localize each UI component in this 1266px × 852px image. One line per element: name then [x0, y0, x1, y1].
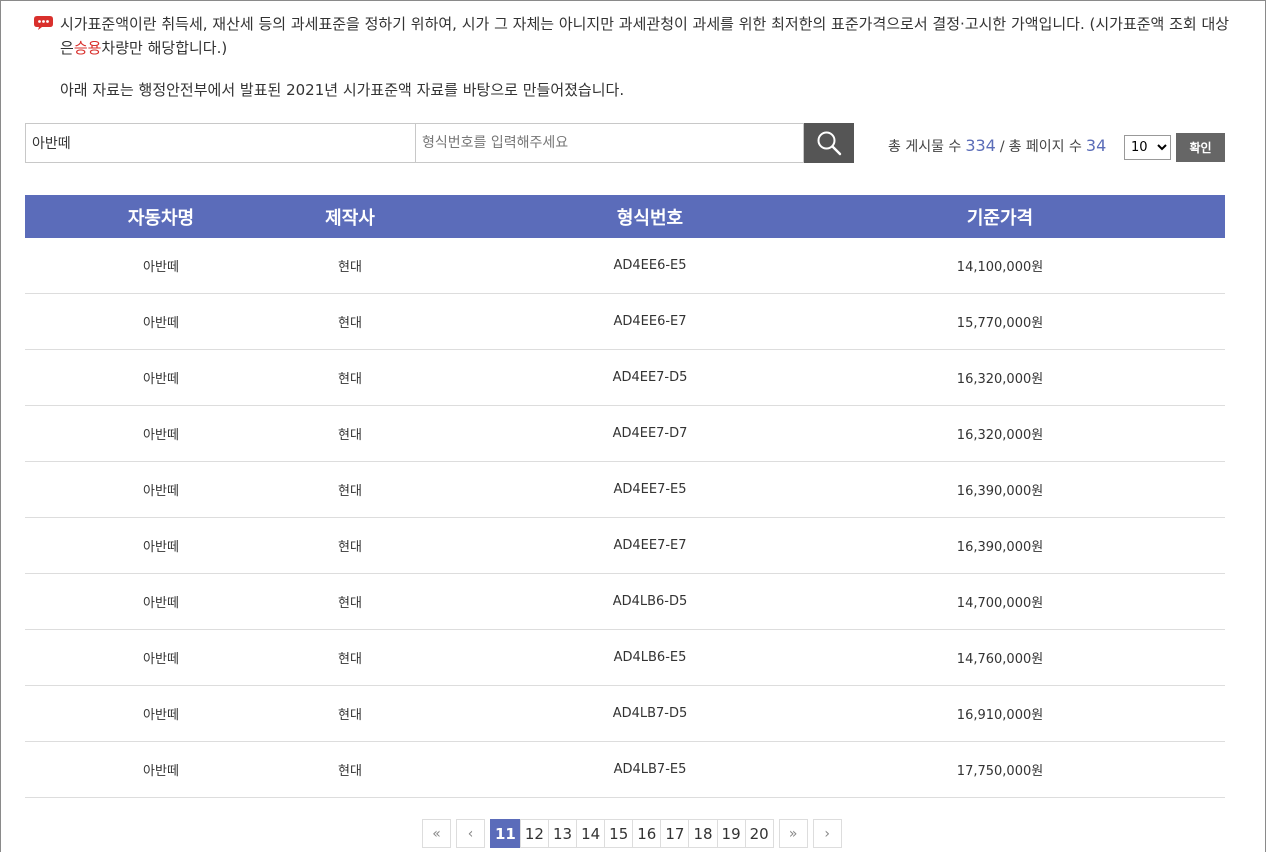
table-row: 아반떼 현대 AD4LB6-E5 14,760,000원 — [25, 630, 1225, 686]
model-code-cell: AD4LB7-D5 — [612, 706, 688, 721]
table-row: 아반떼 현대 AD4EE6-E5 14,100,000원 — [25, 238, 1225, 294]
confirm-button[interactable]: 확인 — [1176, 133, 1225, 162]
table-row: 아반떼 현대 AD4EE7-E7 16,390,000원 — [25, 518, 1225, 574]
notice-line-2: 아래 자료는 행정안전부에서 발표된 2021년 시가표준액 자료를 바탕으로 … — [60, 81, 625, 99]
table-row: 아반떼 현대 AD4EE7-D5 16,320,000원 — [25, 350, 1225, 406]
model-code-cell: AD4EE6-E5 — [613, 258, 687, 273]
page-18-button[interactable]: 18 — [688, 819, 718, 848]
table-row: 아반떼 현대 AD4LB7-D5 16,910,000원 — [25, 686, 1225, 742]
page-19-button[interactable]: 19 — [716, 819, 746, 848]
base-price-cell: 16,910,000원 — [956, 708, 1044, 723]
page-numbers: 11 12 13 14 15 16 17 18 19 20 — [490, 819, 774, 848]
prev-page-button[interactable]: ‹ — [456, 819, 485, 848]
maker-cell: 현대 — [338, 260, 362, 275]
header-model-code: 형식번호 — [616, 207, 684, 229]
notice-text-a: 시가표준액이란 취득세, 재산세 등의 과세표준을 정하기 위하여, 시가 그 … — [60, 15, 1230, 57]
search-button[interactable] — [804, 123, 854, 163]
price-table: 자동차명 제작사 형식번호 기준가격 아반떼 현대 AD4EE6-E5 14,100,… — [25, 195, 1225, 798]
notice-line-1: 시가표준액이란 취득세, 재산세 등의 과세표준을 정하기 위하여, 시가 그 … — [34, 12, 1234, 60]
maker-cell: 현대 — [338, 652, 362, 667]
table-header: 자동차명 제작사 형식번호 기준가격 — [25, 195, 1225, 238]
notice-highlight: 승용 — [73, 39, 102, 57]
base-price-cell: 16,390,000원 — [956, 540, 1044, 555]
page-13-button[interactable]: 13 — [547, 819, 578, 848]
table-row: 아반떼 현대 AD4EE7-E5 16,390,000원 — [25, 462, 1225, 518]
result-stats: 총 게시물 수 334 / 총 페이지 수 34 — [888, 136, 1110, 156]
base-price-cell: 17,750,000원 — [956, 764, 1044, 779]
table-row: 아반떼 현대 AD4LB6-D5 14,700,000원 — [25, 574, 1225, 630]
table-row: 아반떼 현대 AD4EE7-D7 16,320,000원 — [25, 406, 1225, 462]
page-11-button[interactable]: 11 — [490, 819, 521, 848]
next-page-button[interactable]: › — [812, 819, 842, 848]
table-row: 아반떼 현대 AD4EE6-E7 15,770,000원 — [25, 294, 1225, 350]
base-price-cell: 14,760,000원 — [956, 652, 1044, 667]
page-16-button[interactable]: 16 — [632, 819, 662, 848]
maker-cell: 현대 — [338, 708, 362, 723]
page-12-button[interactable]: 12 — [519, 819, 549, 848]
base-price-cell: 16,320,000원 — [956, 428, 1044, 443]
maker-cell: 현대 — [338, 540, 362, 555]
header-maker: 제작사 — [325, 207, 375, 229]
total-posts-label: 총 게시물 수 — [888, 139, 962, 155]
model-code-cell: AD4LB6-D5 — [612, 594, 688, 609]
page-17-button[interactable]: 17 — [660, 819, 690, 848]
page-14-button[interactable]: 14 — [576, 819, 606, 848]
base-price-cell: 15,770,000원 — [956, 316, 1044, 331]
total-pages-count: 34 — [1085, 136, 1107, 155]
stats-separator: / — [999, 139, 1005, 155]
maker-cell: 현대 — [338, 428, 362, 443]
page-15-button[interactable]: 15 — [604, 819, 634, 848]
per-page-select[interactable]: 10 — [1124, 135, 1171, 160]
maker-cell: 현대 — [338, 372, 362, 387]
speech-bubble-icon — [34, 16, 53, 30]
model-code-cell: AD4LB6-E5 — [613, 650, 687, 665]
header-base-price: 기준가격 — [966, 207, 1034, 229]
base-price-cell: 16,320,000원 — [956, 372, 1044, 387]
search-icon — [817, 131, 842, 156]
model-code-cell: AD4EE7-E5 — [613, 482, 687, 497]
total-posts-count: 334 — [965, 136, 996, 155]
maker-cell: 현대 — [338, 484, 362, 499]
first-page-button[interactable]: « — [422, 819, 451, 848]
model-code-cell: AD4EE6-E7 — [613, 314, 687, 329]
model-code-cell: AD4EE7-D7 — [612, 426, 688, 441]
total-pages-label: 총 페이지 수 — [1008, 139, 1082, 155]
pagination: « ‹ 11 12 13 14 15 16 17 18 19 20 » › — [422, 819, 842, 848]
table-row: 아반떼 현대 AD4LB7-E5 17,750,000원 — [25, 742, 1225, 798]
maker-cell: 현대 — [338, 316, 362, 331]
base-price-cell: 16,390,000원 — [956, 484, 1044, 499]
model-code-cell: AD4EE7-E7 — [613, 538, 687, 553]
model-code-cell: AD4LB7-E5 — [613, 762, 687, 777]
notice-text-b: 차량만 해당합니다.) — [101, 39, 228, 57]
notice: 시가표준액이란 취득세, 재산세 등의 과세표준을 정하기 위하여, 시가 그 … — [34, 12, 1234, 102]
table-body: 아반떼 현대 AD4EE6-E5 14,100,000원 아반떼 현대 AD4EE6-E7 1… — [25, 238, 1225, 798]
base-price-cell: 14,700,000원 — [956, 596, 1044, 611]
car-name-input[interactable] — [25, 123, 415, 163]
next-block-button[interactable]: » — [778, 819, 808, 848]
base-price-cell: 14,100,000원 — [956, 260, 1044, 275]
model-code-cell: AD4EE7-D5 — [612, 370, 688, 385]
page-20-button[interactable]: 20 — [744, 819, 774, 848]
model-code-input[interactable] — [415, 123, 804, 163]
maker-cell: 현대 — [338, 596, 362, 611]
maker-cell: 현대 — [338, 764, 362, 779]
